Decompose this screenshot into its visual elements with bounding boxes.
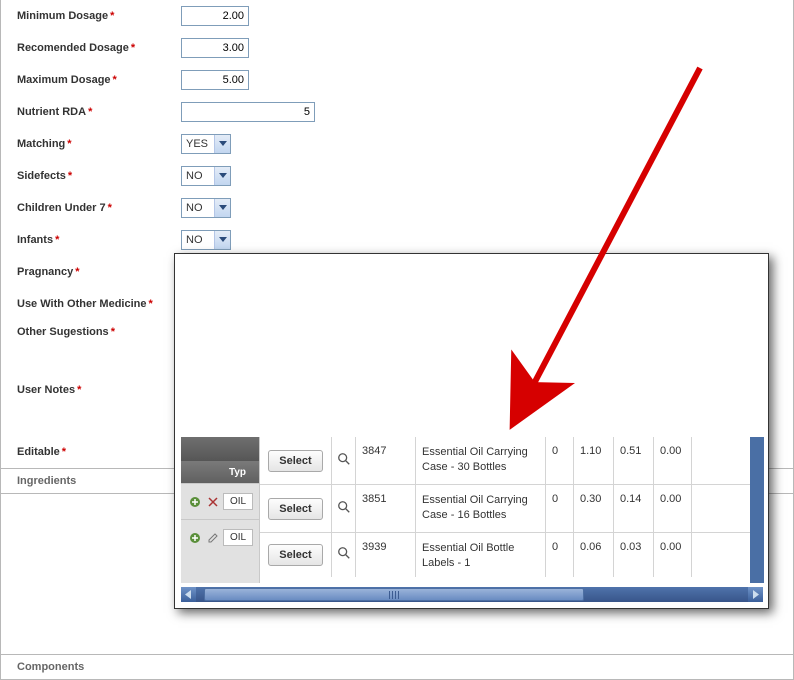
input-min-dosage[interactable] [181, 6, 249, 26]
row-rec-dosage: Recomended Dosage* [1, 32, 793, 64]
cell-type: OIL [223, 529, 253, 546]
chevron-down-icon [214, 199, 230, 217]
lookup-list: Select 3847 Essential Oil Carrying Case … [259, 437, 764, 583]
select-infants[interactable]: NO [181, 230, 231, 250]
input-nutrient-rda[interactable] [181, 102, 315, 122]
lookup-popup: Typ OIL OIL Select [174, 253, 769, 609]
label-sidefects: Sidefects* [17, 170, 181, 182]
label-other-sugestions: Other Sugestions* [17, 326, 181, 338]
select-sidefects[interactable]: NO [181, 166, 231, 186]
lookup-cell-n2: 0.06 [574, 533, 614, 577]
row-min-dosage: Minimum Dosage* [1, 0, 793, 32]
label-user-notes: User Notes* [17, 384, 181, 396]
row-max-dosage: Maximum Dosage* [1, 64, 793, 96]
row-infants: Infants* NO [1, 224, 793, 256]
magnify-icon[interactable] [337, 546, 351, 563]
lookup-row: Select 3847 Essential Oil Carrying Case … [260, 437, 764, 485]
select-children-under-7[interactable]: NO [181, 198, 231, 218]
label-pragnancy: Pragnancy* [17, 266, 181, 278]
cell-type: OIL [223, 493, 253, 510]
magnify-icon[interactable] [337, 452, 351, 469]
lookup-cell-n3: 0.51 [614, 437, 654, 484]
select-button[interactable]: Select [268, 450, 322, 472]
lookup-cell-n1: 0 [546, 485, 574, 532]
delete-icon[interactable] [205, 494, 221, 510]
lookup-cell-n4: 0.00 [654, 485, 692, 532]
lookup-cell-n4: 0.00 [654, 533, 692, 577]
lookup-cell-n2: 1.10 [574, 437, 614, 484]
lookup-cell-n3: 0.14 [614, 485, 654, 532]
edit-icon[interactable] [205, 530, 221, 546]
row-nutrient-rda: Nutrient RDA* [1, 96, 793, 128]
lookup-cell-n4: 0.00 [654, 437, 692, 484]
label-nutrient-rda: Nutrient RDA* [17, 106, 181, 118]
lookup-row: Select 3851 Essential Oil Carrying Case … [260, 485, 764, 533]
select-button[interactable]: Select [268, 544, 322, 566]
lookup-cell-n3: 0.03 [614, 533, 654, 577]
lookup-cell-name: Essential Oil Bottle Labels - 1 [416, 533, 546, 577]
scroll-right-icon[interactable] [748, 587, 763, 602]
label-children-under-7: Children Under 7* [17, 202, 181, 214]
lookup-cell-code: 3851 [356, 485, 416, 532]
magnify-icon[interactable] [337, 500, 351, 517]
label-rec-dosage: Recomended Dosage* [17, 42, 181, 54]
section-components[interactable]: Components [1, 654, 793, 680]
input-rec-dosage[interactable] [181, 38, 249, 58]
scroll-thumb[interactable] [204, 588, 584, 601]
lookup-cell-name: Essential Oil Carrying Case - 16 Bottles [416, 485, 546, 532]
row-matching: Matching* YES [1, 128, 793, 160]
lookup-cell-n2: 0.30 [574, 485, 614, 532]
chevron-down-icon [214, 231, 230, 249]
lookup-cell-n1: 0 [546, 533, 574, 577]
select-button[interactable]: Select [268, 498, 322, 520]
label-use-with-other: Use With Other Medicine* [17, 298, 181, 310]
plus-icon[interactable] [187, 494, 203, 510]
lookup-row: Select 3939 Essential Oil Bottle Labels … [260, 533, 764, 577]
scroll-track[interactable] [196, 587, 748, 602]
chevron-down-icon [214, 167, 230, 185]
lookup-cell-code: 3939 [356, 533, 416, 577]
section-ingredients-label: Ingredients [17, 475, 76, 487]
lookup-cell-n1: 0 [546, 437, 574, 484]
row-children-under-7: Children Under 7* NO [1, 192, 793, 224]
section-components-label: Components [17, 661, 84, 673]
col-type-header: Typ [229, 467, 246, 478]
label-matching: Matching* [17, 138, 181, 150]
label-infants: Infants* [17, 234, 181, 246]
vertical-scroll-indicator[interactable] [750, 437, 764, 583]
horizontal-scrollbar[interactable] [181, 587, 763, 602]
label-max-dosage: Maximum Dosage* [17, 74, 181, 86]
chevron-down-icon [214, 135, 230, 153]
input-max-dosage[interactable] [181, 70, 249, 90]
scroll-left-icon[interactable] [181, 587, 196, 602]
select-matching[interactable]: YES [181, 134, 231, 154]
lookup-cell-code: 3847 [356, 437, 416, 484]
plus-icon[interactable] [187, 530, 203, 546]
lookup-cell-name: Essential Oil Carrying Case - 30 Bottles [416, 437, 546, 484]
label-editable: Editable* [17, 446, 181, 458]
row-sidefects: Sidefects* NO [1, 160, 793, 192]
label-min-dosage: Minimum Dosage* [17, 10, 181, 22]
